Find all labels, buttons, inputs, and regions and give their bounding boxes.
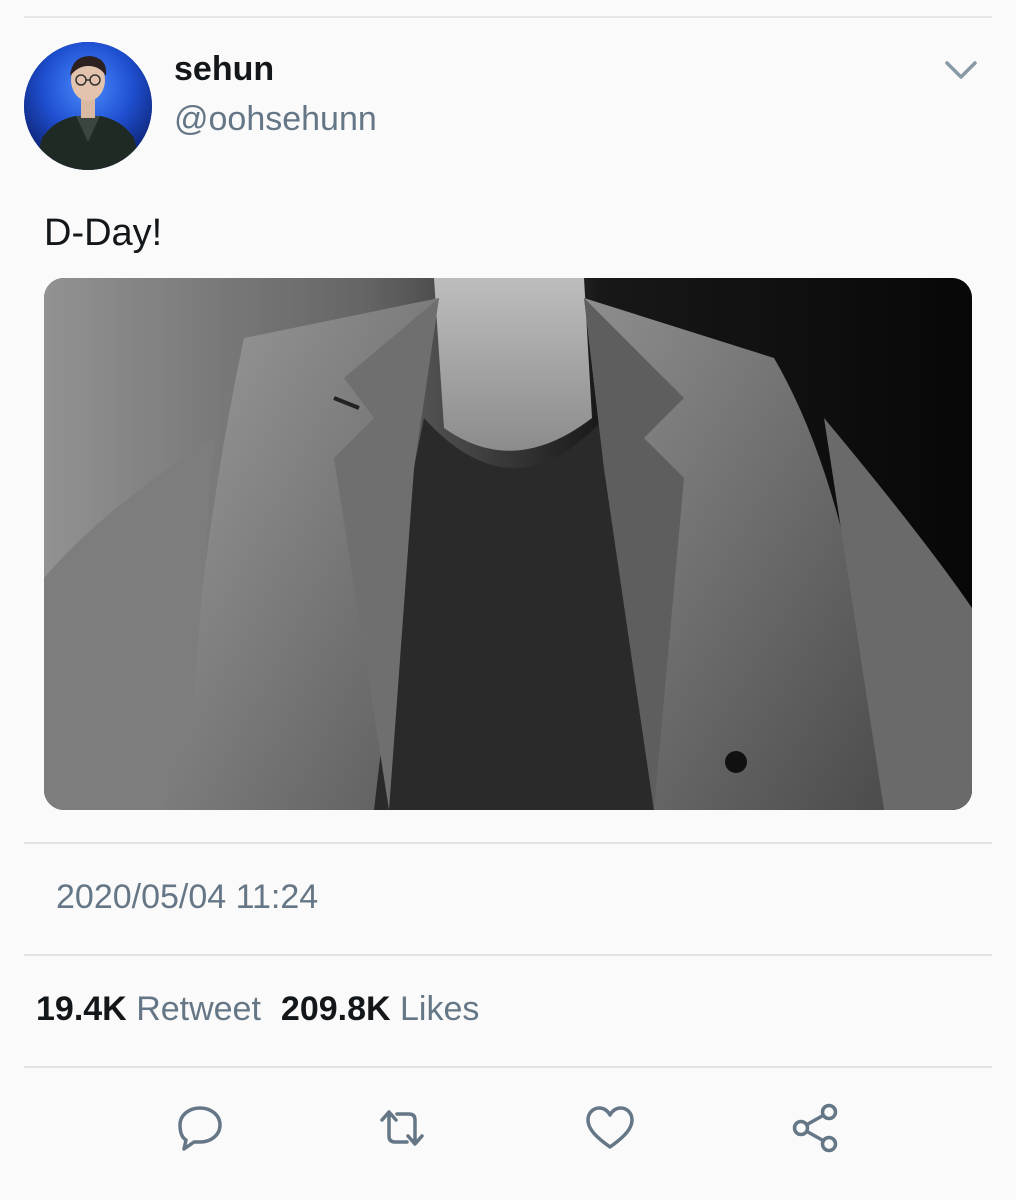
retweet-label: Retweet: [136, 990, 261, 1028]
avatar[interactable]: [24, 42, 152, 170]
retweet-count: 19.4K: [36, 990, 127, 1028]
retweet-stat[interactable]: 19.4K Retweet: [36, 990, 261, 1028]
like-stat[interactable]: 209.8K Likes: [281, 990, 479, 1028]
avatar-image: [24, 42, 152, 170]
retweet-button[interactable]: [376, 1102, 428, 1154]
like-label: Likes: [400, 990, 480, 1028]
retweet-icon: [380, 1110, 424, 1146]
divider: [24, 1066, 992, 1068]
divider: [24, 954, 992, 956]
author-handle[interactable]: @oohsehunn: [174, 100, 377, 139]
share-icon: [792, 1103, 838, 1153]
top-divider: [24, 16, 992, 18]
tweet-stats: 19.4K Retweet 209.8K Likes: [36, 990, 479, 1029]
tweet-timestamp: 2020/05/04 11:24: [56, 878, 319, 916]
tweet-media-photo[interactable]: [44, 278, 972, 810]
share-button[interactable]: [790, 1102, 842, 1154]
photo-image: [44, 278, 972, 810]
like-button[interactable]: [584, 1102, 636, 1154]
reply-icon: [178, 1106, 222, 1151]
like-count: 209.8K: [280, 990, 391, 1028]
chevron-down-icon[interactable]: [944, 58, 978, 82]
heart-icon: [586, 1106, 634, 1149]
tweet-text: D-Day!: [44, 212, 163, 254]
author-name[interactable]: sehun: [174, 50, 274, 89]
reply-button[interactable]: [174, 1102, 226, 1154]
divider: [24, 842, 992, 844]
